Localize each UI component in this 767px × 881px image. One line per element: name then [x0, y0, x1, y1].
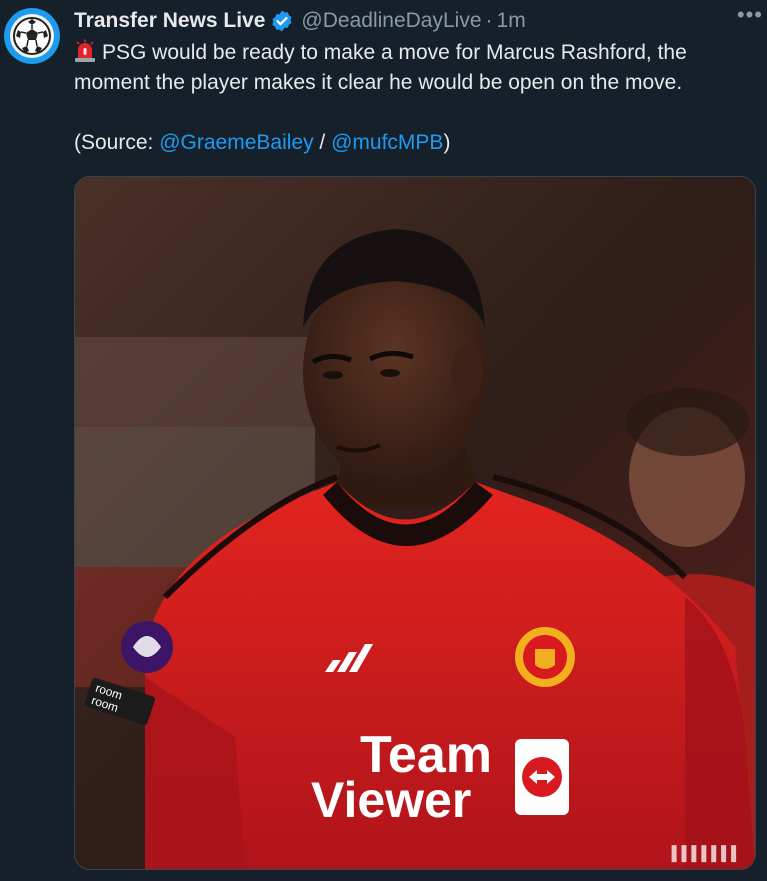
mention-link-graemebailey[interactable]: @GraemeBailey [159, 131, 313, 154]
siren-icon [74, 39, 96, 63]
tweet[interactable]: Transfer News Live @DeadlineDayLive · 1m… [0, 0, 767, 881]
verified-badge-icon[interactable] [270, 9, 294, 33]
source-prefix: (Source: [74, 131, 160, 154]
mention-link-mufcmpb[interactable]: @mufcMPB [331, 131, 443, 154]
teamviewer-logo-icon [515, 739, 569, 815]
avatar[interactable] [4, 8, 60, 64]
separator-dot: · [485, 9, 493, 32]
tweet-photo[interactable]: room room Team Viewer ▌▌▌▌▌▌▌ [74, 176, 756, 870]
display-name[interactable]: Transfer News Live [74, 9, 265, 33]
tweet-text-content: PSG would be ready to make a move for Ma… [74, 41, 687, 94]
soccer-ball-icon [10, 14, 54, 58]
watermark-text: ▌▌▌▌▌▌▌ [671, 845, 741, 861]
sponsor-line-2: Viewer [311, 772, 471, 828]
timestamp[interactable]: 1m [497, 9, 526, 33]
tweet-header: Transfer News Live @DeadlineDayLive · 1m [74, 6, 757, 36]
source-suffix: ) [443, 131, 451, 154]
more-horizontal-icon[interactable]: ••• [737, 2, 763, 28]
handle[interactable]: @DeadlineDayLive [301, 9, 481, 33]
player-photo: room room Team Viewer [75, 177, 755, 869]
source-separator: / [313, 131, 332, 154]
tweet-source-line: (Source: @GraemeBailey / @mufcMPB) [74, 128, 450, 158]
tweet-text: PSG would be ready to make a move for Ma… [74, 38, 764, 98]
